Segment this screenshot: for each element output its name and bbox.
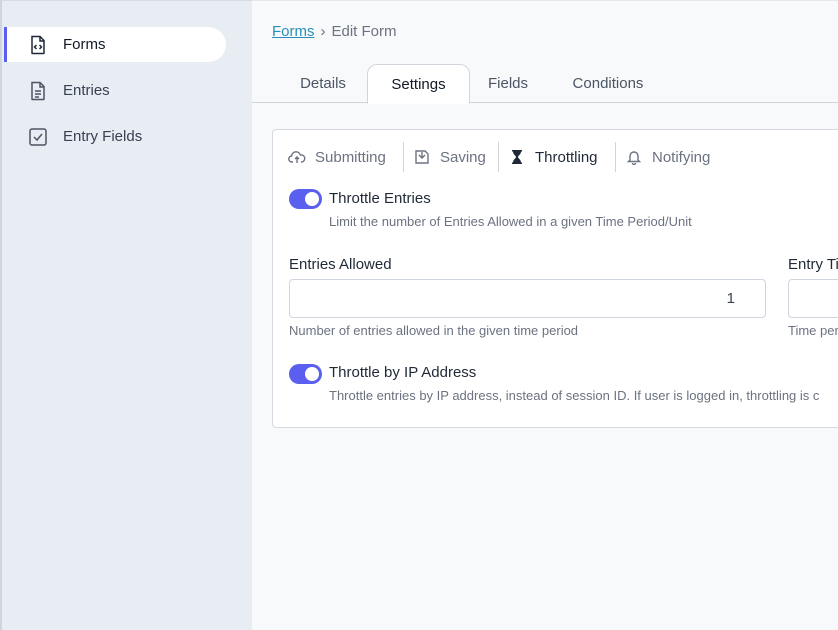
subtab-divider: [498, 142, 499, 172]
sidebar-item-entries[interactable]: Entries: [4, 73, 226, 108]
toggle-knob: [305, 192, 319, 206]
breadcrumb-forms-link[interactable]: Forms: [272, 23, 315, 40]
subtab-submitting[interactable]: Submitting: [288, 142, 386, 172]
throttle-entries-label: Throttle Entries: [329, 190, 431, 207]
settings-subtabs: Submitting Saving Throttling Notifying: [273, 142, 838, 172]
subtab-throttling[interactable]: Throttling: [508, 142, 598, 172]
subtab-saving[interactable]: Saving: [413, 142, 486, 172]
sidebar-item-label: Entry Fields: [63, 128, 143, 145]
code-file-icon: [28, 34, 48, 56]
subtab-divider: [615, 142, 616, 172]
sidebar-item-label: Forms: [63, 36, 106, 53]
throttle-entries-toggle[interactable]: [289, 189, 322, 209]
cloud-upload-icon: [288, 148, 306, 166]
tab-settings[interactable]: Settings: [367, 64, 470, 104]
sidebar-item-label: Entries: [63, 82, 110, 99]
entries-allowed-label: Entries Allowed: [289, 256, 392, 273]
checkbox-icon: [28, 126, 48, 148]
throttle-ip-toggle[interactable]: [289, 364, 322, 384]
settings-panel: Submitting Saving Throttling Notifying T…: [272, 129, 838, 428]
subtab-label: Saving: [440, 148, 486, 166]
entry-time-label: Entry Ti: [788, 256, 838, 273]
sidebar-item-forms[interactable]: Forms: [4, 27, 226, 62]
entry-time-input[interactable]: [788, 279, 838, 318]
tab-conditions[interactable]: Conditions: [566, 64, 650, 103]
document-icon: [28, 80, 48, 102]
throttle-ip-label: Throttle by IP Address: [329, 364, 477, 381]
throttle-ip-help: Throttle entries by IP address, instead …: [329, 388, 820, 403]
sidebar: Forms Entries Entry Fields: [0, 0, 252, 630]
breadcrumb-current: Edit Form: [331, 23, 397, 40]
breadcrumb: Forms › Edit Form: [272, 23, 397, 40]
entry-time-help: Time per: [788, 323, 838, 338]
subtab-label: Throttling: [535, 148, 598, 166]
main-content: Forms › Edit Form Details Settings Fields …: [252, 0, 838, 630]
subtab-label: Notifying: [652, 148, 711, 166]
subtab-divider: [403, 142, 404, 172]
toggle-knob: [305, 367, 319, 381]
entries-allowed-help: Number of entries allowed in the given t…: [289, 323, 579, 338]
bell-icon: [625, 148, 643, 166]
subtab-label: Submitting: [315, 148, 386, 166]
tab-details[interactable]: Details: [292, 64, 354, 103]
tab-fields[interactable]: Fields: [484, 64, 532, 103]
breadcrumb-separator: ›: [320, 23, 326, 40]
sidebar-item-entry-fields[interactable]: Entry Fields: [4, 119, 226, 154]
save-icon: [413, 148, 431, 166]
subtab-notifying[interactable]: Notifying: [625, 142, 710, 172]
tab-bar: Details Settings Fields Conditions: [252, 64, 838, 104]
throttle-entries-help: Limit the number of Entries Allowed in a…: [329, 214, 692, 229]
entries-allowed-input[interactable]: [289, 279, 766, 318]
hourglass-icon: [508, 148, 526, 166]
